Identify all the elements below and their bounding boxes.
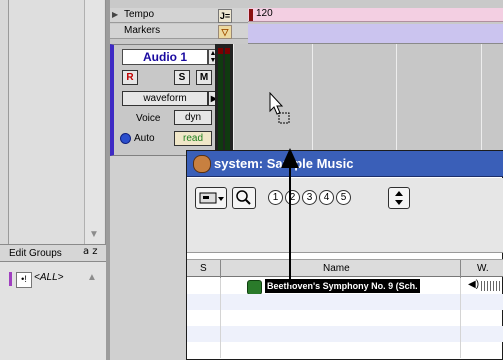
view-preset-5-button[interactable]: 5 [336,190,351,205]
search-button[interactable] [232,187,256,209]
markers-ruler-label: Markers ▽ [110,24,248,39]
grid-line [312,44,313,154]
left-level-meter [218,48,223,152]
table-row[interactable]: Beethoven's Symphony No. 9 (Sch. ◀) [187,278,503,295]
scroll-down-arrow-icon[interactable]: ▼ [89,229,99,240]
drive-icon [199,192,224,204]
markers-lane[interactable] [248,24,503,44]
cell-divider [220,294,221,310]
drag-arrow-line [289,165,291,285]
workspace-icon [193,155,211,173]
column-separator[interactable] [220,260,221,278]
group-selection-bar [9,272,12,286]
column-separator[interactable] [460,260,461,278]
drive-menu-button[interactable] [195,187,227,209]
cell-divider [460,294,461,310]
view-preset-3-button[interactable]: 3 [302,190,317,205]
tempo-label: Tempo [124,9,155,20]
edit-groups-title: Edit Groups [9,248,62,259]
record-enable-button[interactable]: R [122,70,138,85]
waveform-thumbnail [481,281,501,291]
grid-line [233,44,234,154]
tempo-value: 120 [256,8,273,19]
grid-line [396,44,397,154]
drag-arrow-head-icon [281,148,299,168]
mute-button[interactable]: M [196,70,212,85]
sort-order-button[interactable] [388,187,410,209]
track-level-meters [215,44,233,156]
view-preset-2-button[interactable]: 2 [285,190,300,205]
solo-button[interactable]: S [174,70,190,85]
browser-toolbar: 1 2 3 4 5 [187,178,503,253]
grid-line [481,44,482,154]
audio-file-icon [247,280,262,295]
view-preset-4-button[interactable]: 4 [319,190,334,205]
tempo-badge-icon[interactable]: J= [218,9,232,23]
cell-divider [220,310,221,326]
cell-divider [460,342,461,358]
voice-selector[interactable]: dyn [174,110,212,125]
markers-badge-icon[interactable]: ▽ [218,25,232,39]
scroll-up-arrow-icon[interactable]: ▲ [87,272,97,283]
window-title-bar[interactable]: system: Sample Music [187,151,503,177]
voice-label: Voice [136,113,161,124]
table-row [187,342,503,358]
track-name: Audio 1 [143,50,187,64]
cell-divider [460,310,461,326]
group-active-toggle[interactable]: •! [16,272,32,288]
audio-track-header: Audio 1 ▲ ▼ R S M waveform ▶ Voice dyn Au… [110,44,230,156]
search-icon [236,190,251,205]
tempo-lane[interactable]: 120 [248,8,503,22]
column-header-row: S Name W. [187,259,503,278]
waveform-column-header[interactable]: W. [477,263,489,274]
edit-groups-list: •! <ALL> ▲ [0,262,106,360]
status-column-header[interactable]: S [200,263,207,274]
markers-label: Markers [124,25,161,36]
right-level-meter [225,48,230,152]
sort-arrows-icon [395,191,403,205]
name-column-header[interactable]: Name [323,263,350,274]
track-view-selector[interactable]: waveform [122,91,208,106]
cell-divider [460,326,461,342]
cell-divider [220,278,221,294]
view-preset-1-button[interactable]: 1 [268,190,283,205]
tempo-ruler-label: ▶ Tempo J= [110,8,248,23]
cell-divider [220,326,221,342]
table-row [187,310,503,326]
tracks-list-scrollbar[interactable]: ▼ [84,0,104,244]
automation-indicator-icon[interactable] [120,133,131,144]
workspace-browser-window: system: Sample Music 1 2 3 4 5 S Name W.… [186,150,503,360]
cell-divider [460,278,461,294]
table-row [187,294,503,310]
automation-label: Auto [134,133,155,144]
track-name-field[interactable]: Audio 1 [122,49,208,65]
automation-mode-selector[interactable]: read [174,131,212,146]
group-all-label[interactable]: <ALL> [34,272,63,283]
tempo-marker-icon[interactable] [249,9,253,21]
sort-az-icon[interactable]: a z [83,246,98,257]
edit-groups-header: Edit Groups a z [0,244,106,262]
table-row [187,326,503,342]
drag-cursor-icon [269,92,290,124]
speaker-icon[interactable]: ◀) [468,279,479,290]
cell-divider [220,342,221,358]
expand-triangle-icon[interactable]: ▶ [112,10,118,19]
